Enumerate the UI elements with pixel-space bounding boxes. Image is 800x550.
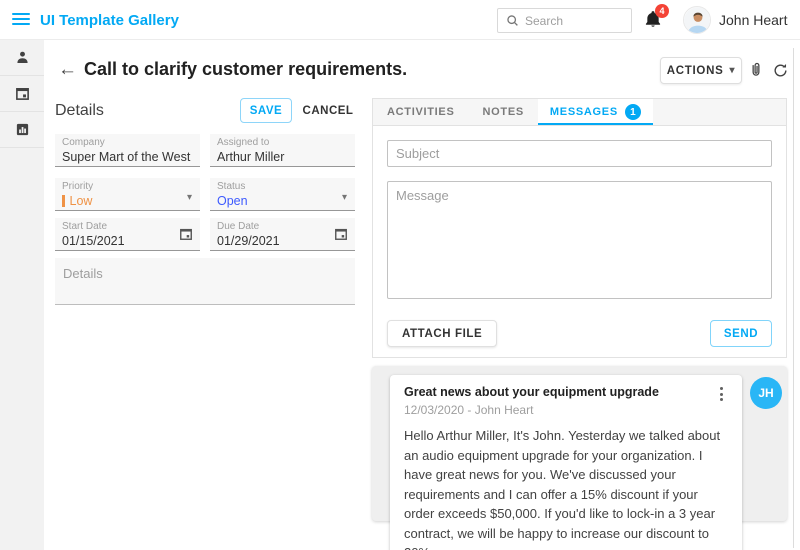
priority-value: Low (70, 193, 93, 209)
app-title: UI Template Gallery (40, 12, 179, 29)
refresh-button[interactable] (769, 59, 791, 81)
company-label: Company (62, 137, 193, 149)
message-title: Great news about your equipment upgrade (404, 385, 659, 399)
details-title: Details (55, 102, 104, 120)
due-date-value: 01/29/2021 (217, 233, 348, 249)
send-button[interactable]: SEND (710, 320, 772, 347)
status-label: Status (217, 181, 348, 193)
message-author-avatar: JH (750, 377, 782, 409)
search-input[interactable] (525, 14, 623, 28)
company-field[interactable]: Company Super Mart of the West (55, 134, 200, 167)
message-options-kebab-icon[interactable] (714, 385, 728, 401)
app-window: UI Template Gallery 4 John Heart (0, 0, 800, 550)
page-title: Call to clarify customer requirements. (84, 59, 407, 80)
actions-button-label: ACTIONS (667, 65, 724, 77)
notifications-button[interactable]: 4 (643, 8, 669, 34)
messages-list: Great news about your equipment upgrade … (372, 366, 787, 521)
right-tab-panel: ACTIVITIES NOTES MESSAGES 1 ATTACH FILE … (372, 98, 787, 358)
start-date-value: 01/15/2021 (62, 233, 193, 249)
calendar-icon[interactable] (334, 227, 348, 241)
due-date-field[interactable]: Due Date 01/29/2021 (210, 218, 355, 251)
messages-count-badge: 1 (625, 104, 641, 120)
content-right-border (793, 48, 794, 548)
cancel-button[interactable]: CANCEL (298, 98, 358, 123)
header-search[interactable] (497, 8, 632, 33)
top-header-bar: UI Template Gallery 4 John Heart (0, 0, 800, 40)
tab-notes[interactable]: NOTES (469, 99, 538, 125)
search-icon (506, 14, 519, 27)
details-panel: Details SAVE CANCEL Company Super Mart o… (55, 98, 355, 313)
due-date-label: Due Date (217, 221, 348, 233)
sidebar-item-planning[interactable] (0, 76, 44, 112)
chevron-down-icon: ▾ (187, 192, 192, 203)
person-icon (15, 50, 30, 65)
save-button[interactable]: SAVE (240, 98, 292, 123)
notification-badge: 4 (655, 4, 669, 18)
message-card: Great news about your equipment upgrade … (390, 375, 742, 550)
paperclip-icon (747, 60, 765, 80)
back-button[interactable]: ← (58, 58, 77, 82)
actions-button[interactable]: ACTIONS ▾ (660, 57, 742, 84)
company-value: Super Mart of the West (62, 149, 193, 165)
tab-messages-label: MESSAGES (550, 106, 618, 118)
priority-label: Priority (62, 181, 193, 193)
sidebar-item-analytics[interactable] (0, 112, 44, 148)
tab-activities[interactable]: ACTIVITIES (373, 99, 469, 125)
status-select[interactable]: Status Open ▾ (210, 178, 355, 211)
tab-strip: ACTIVITIES NOTES MESSAGES 1 (373, 99, 786, 126)
details-panel-header: Details SAVE CANCEL (55, 98, 355, 125)
left-sidebar (0, 40, 44, 550)
priority-select[interactable]: Priority Low ▾ (55, 178, 200, 211)
refresh-icon (772, 62, 789, 79)
messages-tab-content: ATTACH FILE SEND (373, 126, 786, 361)
sidebar-item-contacts[interactable] (0, 40, 44, 76)
tab-messages[interactable]: MESSAGES 1 (538, 99, 653, 125)
calendar-icon[interactable] (179, 227, 193, 241)
attach-file-button[interactable]: ATTACH FILE (387, 320, 497, 347)
status-value: Open (217, 193, 348, 209)
menu-hamburger-icon[interactable] (12, 13, 30, 26)
priority-color-bar (62, 195, 65, 207)
start-date-label: Start Date (62, 221, 193, 233)
user-menu[interactable]: John Heart (683, 6, 787, 34)
message-textarea[interactable] (387, 181, 772, 299)
message-meta: 12/03/2020 - John Heart (404, 403, 728, 417)
assigned-to-field[interactable]: Assigned to Arthur Miller (210, 134, 355, 167)
start-date-field[interactable]: Start Date 01/15/2021 (55, 218, 200, 251)
chevron-down-icon: ▾ (729, 65, 735, 76)
user-avatar (683, 6, 711, 34)
subject-input[interactable] (387, 140, 772, 167)
user-name: John Heart (719, 12, 787, 28)
bar-chart-icon (15, 122, 30, 137)
assigned-to-label: Assigned to (217, 137, 348, 149)
details-textarea[interactable]: Details (55, 258, 355, 305)
message-body: Hello Arthur Miller, It's John. Yesterda… (404, 426, 728, 550)
attach-toolbar-button[interactable] (745, 59, 767, 81)
assigned-to-value: Arthur Miller (217, 149, 348, 165)
calendar-icon (15, 86, 30, 101)
chevron-down-icon: ▾ (342, 192, 347, 203)
